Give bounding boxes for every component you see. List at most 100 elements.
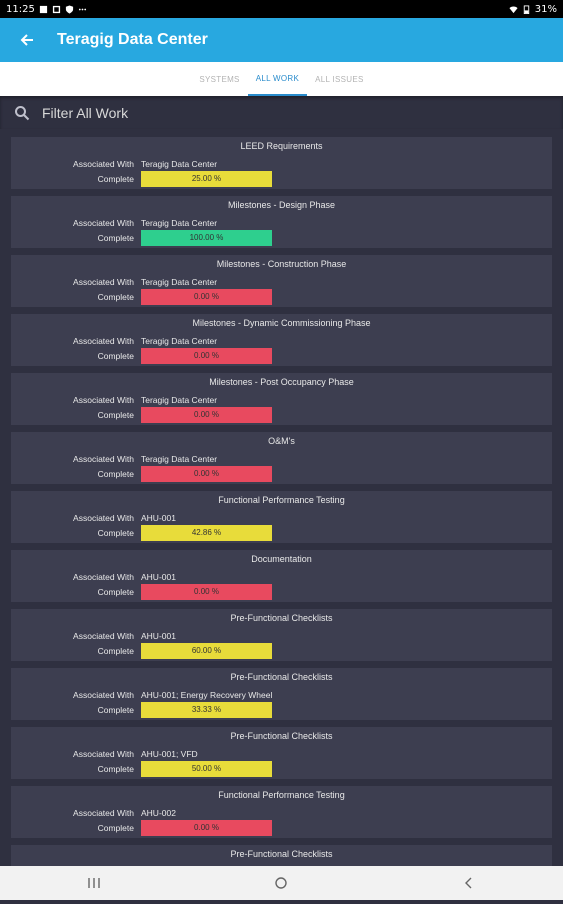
work-item-title: Milestones - Post Occupancy Phase [209,377,354,387]
wifi-icon [509,6,518,13]
work-item-card[interactable]: Milestones - Design Phase Associated With… [11,196,552,248]
associated-value: Teragig Data Center [141,276,218,287]
arrow-left-icon [20,34,33,46]
associated-row: Associated With AHU-001 [11,569,176,584]
back-button[interactable] [14,27,40,53]
associated-row: Associated With Teragig Data Center [11,451,217,466]
associated-label: Associated With [73,748,134,759]
complete-row: Complete 0.00 % [11,288,272,305]
associated-value: Teragig Data Center [141,394,218,405]
home-icon [275,877,288,889]
associated-row: Associated With Teragig Data Center [11,156,217,171]
status-time: 11:25 [6,3,35,15]
progress-badge: 33.33 % [141,701,272,718]
progress-badge: 0.00 % [141,406,272,423]
photo-icon [39,5,47,13]
complete-row: Complete 60.00 % [11,642,272,659]
associated-label: Associated With [73,394,134,405]
associated-label: Associated With [73,453,134,464]
complete-label: Complete [97,409,134,420]
associated-label: Associated With [73,335,134,346]
associated-label: Associated With [73,276,134,287]
associated-value: AHU-001 [141,571,176,582]
work-item-title: Functional Performance Testing [218,790,345,800]
battery-level: 31% [534,3,557,15]
work-item-title: Milestones - Dynamic Commissioning Phase [192,318,371,328]
associated-value: Teragig Data Center [141,453,218,464]
associated-value: Teragig Data Center [141,158,218,169]
tab-all-work[interactable]: ALL WORK [247,62,308,96]
work-item-title: LEED Requirements [240,141,323,151]
associated-label: Associated With [73,217,134,228]
home-button[interactable] [261,871,301,895]
progress-badge: 50.00 % [141,760,272,777]
complete-label: Complete [97,704,134,715]
complete-label: Complete [97,173,134,184]
work-list: LEED Requirements Associated With Teragig … [11,137,552,904]
work-item-title: Pre-Functional Checklists [230,613,333,623]
complete-row: Complete 0.00 % [11,819,272,836]
associated-label: Associated With [73,512,134,523]
recents-button[interactable] [74,871,114,895]
associated-row: Associated With AHU-001; VFD [11,746,198,761]
status-bar: 11:25 31% [0,0,563,18]
work-item-title: Pre-Functional Checklists [230,731,333,741]
system-nav-bar [0,866,563,900]
progress-badge: 25.00 % [141,170,272,187]
associated-row: Associated With AHU-001 [11,628,176,643]
complete-row: Complete 0.00 % [11,583,272,600]
associated-value: AHU-001 [141,630,176,641]
complete-row: Complete 0.00 % [11,406,272,423]
complete-label: Complete [97,350,134,361]
more-icon [78,8,86,10]
search-icon [15,105,30,120]
work-item-title: Functional Performance Testing [218,495,345,505]
progress-badge: 0.00 % [141,347,272,364]
tab-all-issues[interactable]: ALL ISSUES [307,62,372,96]
work-item-title: O&M's [268,436,295,446]
associated-value: AHU-001; Energy Recovery Wheel [141,689,273,700]
complete-label: Complete [97,232,134,243]
filter-bar [0,96,563,129]
tab-systems[interactable]: SYSTEMS [191,62,247,96]
associated-value: AHU-001; VFD [141,748,198,759]
work-item-card[interactable]: Functional Performance Testing Associated… [11,786,552,838]
work-item-card[interactable]: Milestones - Dynamic Commissioning Phase… [11,314,552,366]
filter-input[interactable] [40,103,444,122]
work-item-card[interactable]: Milestones - Post Occupancy Phase Associa… [11,373,552,425]
associated-row: Associated With AHU-001 [11,510,176,525]
work-item-card[interactable]: Functional Performance Testing Associated… [11,491,552,543]
associated-label: Associated With [73,158,134,169]
work-item-card[interactable]: Pre-Functional Checklists Associated With… [11,609,552,661]
work-item-card[interactable]: O&M's Associated With Teragig Data Center C… [11,432,552,484]
work-item-card[interactable]: Pre-Functional Checklists Associated With… [11,668,552,720]
associated-label: Associated With [73,571,134,582]
shield-icon [65,4,73,14]
associated-value: Teragig Data Center [141,335,218,346]
complete-row: Complete 0.00 % [11,465,272,482]
complete-label: Complete [97,645,134,656]
work-item-card[interactable]: Documentation Associated With AHU-001 Compl… [11,550,552,602]
chevron-left-icon [465,877,472,889]
associated-row: Associated With Teragig Data Center [11,333,217,348]
associated-value: AHU-001 [141,512,176,523]
back-nav-button[interactable] [449,871,489,895]
associated-value: AHU-002 [141,807,176,818]
work-item-title: Milestones - Design Phase [227,200,336,210]
associated-label: Associated With [73,689,134,700]
progress-badge: 0.00 % [141,583,272,600]
progress-badge: 0.00 % [141,465,272,482]
progress-badge: 60.00 % [141,642,272,659]
gallery-icon [52,5,60,13]
app-bar: Teragig Data Center [0,18,563,62]
work-item-card[interactable]: Milestones - Construction Phase Associate… [11,255,552,307]
recents-icon [88,878,100,888]
work-item-card[interactable]: Pre-Functional Checklists Associated With… [11,727,552,779]
battery-icon [523,4,529,14]
work-item-card[interactable]: LEED Requirements Associated With Teragig … [11,137,552,189]
progress-badge: 0.00 % [141,819,272,836]
complete-row: Complete 0.00 % [11,347,272,364]
complete-label: Complete [97,822,134,833]
associated-label: Associated With [73,630,134,641]
complete-row: Complete 100.00 % [11,229,272,246]
